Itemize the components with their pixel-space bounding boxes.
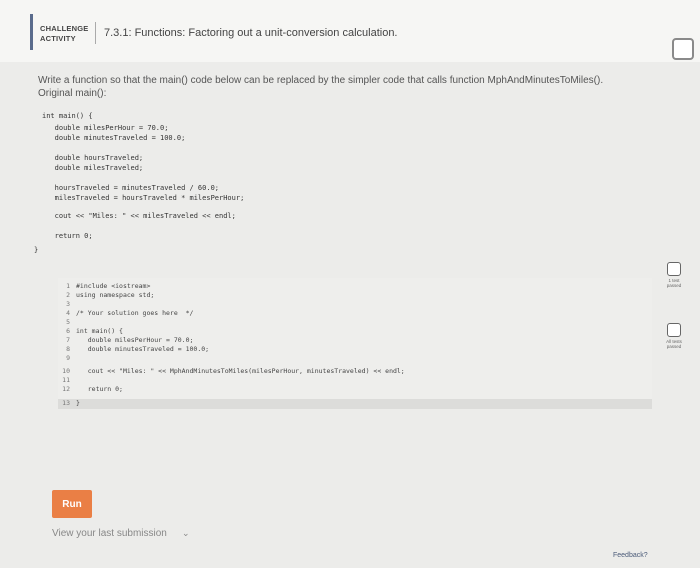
feedback-link[interactable]: Feedback?: [613, 552, 648, 559]
line-code[interactable]: cout << "Miles: " << MphAndMinutesToMile…: [76, 367, 405, 376]
line-code[interactable]: return 0;: [76, 385, 123, 394]
activity-title: 7.3.1: Functions: Factoring out a unit-c…: [104, 27, 398, 39]
tag-line-1: CHALLENGE: [40, 24, 89, 33]
header-accent-bar: [30, 14, 33, 50]
original-main-label: Original main():: [38, 88, 107, 99]
line-number: 9: [66, 354, 70, 362]
line-code[interactable]: using namespace std;: [76, 291, 154, 300]
test-2-check-icon: [667, 323, 681, 337]
editor-line[interactable]: 8 double minutesTraveled = 100.0;: [58, 345, 652, 354]
line-code[interactable]: double minutesTraveled = 100.0;: [76, 345, 209, 354]
editor-line[interactable]: 11: [58, 376, 652, 385]
line-number: 5: [66, 318, 70, 326]
test-1-check-icon: [667, 262, 681, 276]
line-number: 1: [66, 282, 70, 290]
editor-line[interactable]: 1 #include <iostream>: [58, 282, 652, 291]
line-number: 8: [66, 345, 70, 353]
code-line: return 0;: [42, 232, 93, 240]
code-line: double minutesTraveled = 100.0;: [42, 134, 186, 142]
code-line: double milesTraveled;: [42, 164, 144, 172]
challenge-activity-tag: CHALLENGE ACTIVITY: [40, 24, 88, 44]
line-number: 3: [66, 300, 70, 308]
chevron-down-icon[interactable]: ⌄: [182, 528, 190, 539]
run-button[interactable]: Run: [52, 490, 92, 518]
completion-check-icon: [672, 38, 694, 60]
editor-line[interactable]: 10 cout << "Miles: " << MphAndMinutesToM…: [58, 367, 652, 376]
editor-line[interactable]: 2 using namespace std;: [58, 291, 652, 300]
instructions: Write a function so that the main() code…: [38, 74, 678, 100]
line-number: 13: [62, 399, 70, 407]
line-number: 7: [66, 336, 70, 344]
code-line: }: [34, 246, 39, 254]
test-2-status: All tests passed: [661, 339, 687, 349]
editor-line[interactable]: 13}: [58, 399, 652, 408]
code-editor-continued[interactable]: 10 cout << "Miles: " << MphAndMinutesToM…: [58, 363, 652, 399]
code-line: double milesPerHour = 70.0;: [42, 124, 169, 132]
code-line: cout << "Miles: " << milesTraveled << en…: [42, 212, 236, 220]
test-1-status-line-2: passed: [666, 283, 682, 288]
test-1-status: 1 test passed: [661, 278, 687, 288]
editor-line[interactable]: 9: [58, 354, 652, 363]
code-line: double hoursTraveled;: [42, 154, 144, 162]
line-code[interactable]: /* Your solution goes here */: [76, 309, 193, 318]
line-number: 4: [66, 309, 70, 317]
title-divider: [95, 22, 96, 44]
editor-line[interactable]: 6 int main() {: [58, 327, 652, 336]
instructions-text: Write a function so that the main() code…: [38, 75, 604, 86]
line-number: 2: [66, 291, 70, 299]
tag-line-2: ACTIVITY: [40, 34, 76, 43]
line-code[interactable]: int main() {: [76, 327, 123, 336]
code-line: hoursTraveled = minutesTraveled / 60.0;: [42, 184, 220, 192]
line-number: 6: [66, 327, 70, 335]
editor-line[interactable]: 5: [58, 318, 652, 327]
code-editor[interactable]: 1 #include <iostream> 2 using namespace st…: [58, 278, 652, 363]
line-number: 12: [62, 385, 70, 393]
line-code[interactable]: double milesPerHour = 70.0;: [76, 336, 194, 345]
line-code[interactable]: }: [76, 399, 80, 408]
code-line: int main() {: [42, 112, 93, 120]
code-editor-last-line[interactable]: 13}: [58, 399, 652, 409]
editor-line[interactable]: 4 /* Your solution goes here */: [58, 309, 652, 318]
code-line: milesTraveled = hoursTraveled * milesPer…: [42, 194, 245, 202]
editor-line[interactable]: 3: [58, 300, 652, 309]
view-last-submission-link[interactable]: View your last submission: [52, 528, 167, 539]
test-2-status-line-2: passed: [666, 344, 682, 349]
line-number: 10: [62, 367, 70, 375]
line-number: 11: [62, 376, 70, 384]
editor-line[interactable]: 7 double milesPerHour = 70.0;: [58, 336, 652, 345]
line-code[interactable]: #include <iostream>: [76, 282, 150, 291]
editor-line[interactable]: 12 return 0;: [58, 385, 652, 394]
